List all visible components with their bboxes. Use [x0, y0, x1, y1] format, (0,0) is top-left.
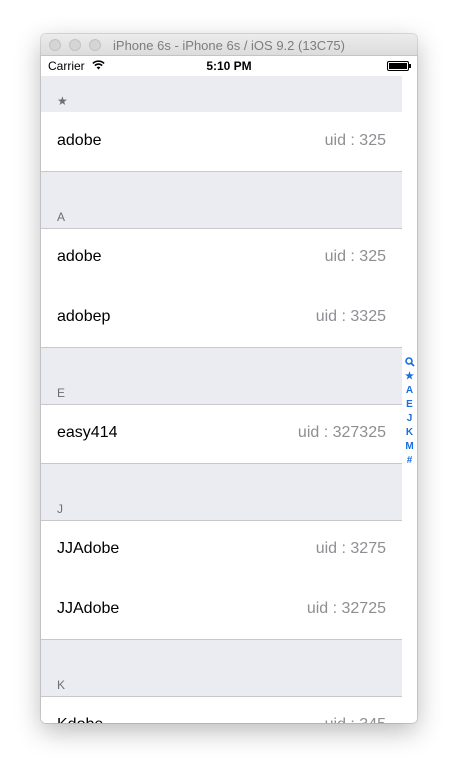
- device-screen: Carrier 5:10 PM ★ adobe uid : 325 Aadobe uid…: [41, 56, 417, 723]
- section-index[interactable]: ★ A E J K M #: [402, 356, 417, 468]
- section-header-label: K: [57, 678, 66, 692]
- index-item[interactable]: J: [402, 412, 417, 426]
- row-name: adobe: [57, 248, 102, 265]
- table-row[interactable]: adobe uid : 325: [41, 112, 402, 172]
- row-uid: uid : 325: [324, 132, 386, 149]
- section-header: E: [41, 348, 402, 404]
- section-header: J: [41, 464, 402, 520]
- row-name: easy414: [57, 424, 118, 441]
- index-item[interactable]: ★: [402, 370, 417, 384]
- battery-icon: [387, 61, 409, 71]
- table-row[interactable]: JJAdobe uid : 3275: [41, 520, 402, 580]
- row-name: adobe: [57, 132, 102, 149]
- section-header: A: [41, 172, 402, 228]
- section-header-label: E: [57, 386, 66, 400]
- row-name: adobep: [57, 308, 111, 325]
- row-uid: uid : 325: [324, 248, 386, 265]
- index-item[interactable]: M: [402, 440, 417, 454]
- status-bar: Carrier 5:10 PM: [41, 56, 417, 76]
- window-titlebar: iPhone 6s - iPhone 6s / iOS 9.2 (13C75): [41, 34, 417, 56]
- section-header-label: A: [57, 210, 66, 224]
- index-item[interactable]: A: [402, 384, 417, 398]
- section-header: ★: [41, 76, 402, 112]
- section-header-label: J: [57, 502, 63, 516]
- row-uid: uid : 3325: [315, 308, 386, 325]
- row-name: Kdobe: [57, 716, 103, 723]
- window-title: iPhone 6s - iPhone 6s / iOS 9.2 (13C75): [113, 38, 345, 53]
- row-uid: uid : 327325: [297, 424, 386, 441]
- row-uid: uid : 3275: [315, 540, 386, 557]
- status-time: 5:10 PM: [206, 59, 252, 73]
- section-header-label: ★: [57, 94, 68, 108]
- index-search-icon[interactable]: [402, 356, 417, 370]
- row-uid: uid : 345: [325, 716, 386, 723]
- table-row[interactable]: adobep uid : 3325: [41, 288, 402, 348]
- index-item[interactable]: #: [402, 454, 417, 468]
- battery-tip: [409, 64, 411, 68]
- simulator-window: iPhone 6s - iPhone 6s / iOS 9.2 (13C75) …: [41, 34, 417, 723]
- section-header: K: [41, 640, 402, 696]
- row-uid: uid : 32725: [306, 600, 386, 617]
- table-row[interactable]: easy414 uid : 327325: [41, 404, 402, 464]
- index-item[interactable]: E: [402, 398, 417, 412]
- row-name: JJAdobe: [57, 600, 120, 617]
- table-row[interactable]: adobe uid : 325: [41, 228, 402, 288]
- contacts-table[interactable]: ★ adobe uid : 325 Aadobe uid : 325 adobep uid …: [41, 76, 402, 723]
- table-row[interactable]: JJAdobe uid : 32725: [41, 580, 402, 640]
- search-icon: [404, 357, 415, 367]
- row-name: JJAdobe: [57, 540, 120, 557]
- table-row[interactable]: Kdobe uid : 345: [41, 696, 402, 723]
- index-item[interactable]: K: [402, 426, 417, 440]
